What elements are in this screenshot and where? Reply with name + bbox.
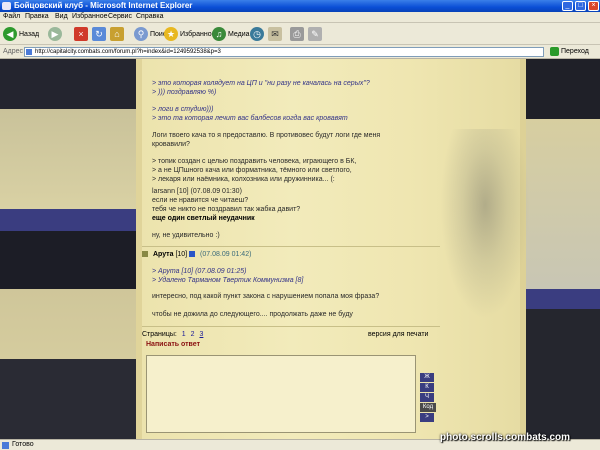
go-arrow-icon [550,47,559,56]
printer-icon: ⎙ [290,27,304,41]
refresh-button[interactable]: ↻ [92,26,108,42]
post1-line: еще один светлый неудачник [152,215,255,222]
go-button[interactable]: Переход [550,47,589,56]
address-label: Адрес [3,48,24,55]
menu-tools[interactable]: Сервис [108,13,132,20]
post-separator [142,326,440,327]
post2-author[interactable]: Арута [153,251,174,258]
post1-line: > лекаря или наёмника, колхозника или др… [152,176,335,183]
bold-button[interactable]: Ж [420,373,434,382]
back-arrow-icon: ◀ [3,27,17,41]
media-label: Медиа [228,30,250,38]
title-bar: Бойцовский клуб - Microsoft Internet Exp… [0,0,600,12]
post1-line: если не нравится че читаеш? [152,197,249,204]
menu-favorites[interactable]: Избранное [72,13,107,20]
address-input[interactable]: http://capitalcity.combats.com/forum.pl?… [24,47,544,57]
post2-level: [10] [175,251,188,258]
page-icon [26,49,32,55]
toolbar: ◀ Назад ▶ × ↻ ⌂ ⚲ Поиск ★ Избранное ♫ Ме… [0,23,600,45]
post1-line: larsann [10] (07.08.09 01:30) [152,188,242,195]
history-button[interactable]: ◷ [250,26,266,42]
right-background [522,59,600,439]
post1-line: > это которая колядует на ЦП и "ни разу … [152,80,370,87]
mail-button[interactable]: ✉ [268,26,284,42]
forward-arrow-icon: ▶ [48,27,62,41]
forward-button[interactable]: ▶ [48,26,64,42]
maximize-button[interactable]: □ [575,1,586,11]
home-button[interactable]: ⌂ [110,26,126,42]
post1-line: Логи твоего кача то я предоставлю. В про… [152,132,381,139]
quote-button[interactable]: > [420,413,434,422]
reply-textarea[interactable] [146,355,416,433]
post2-date: (07.08.09 01:42) [200,251,252,258]
menu-view[interactable]: Вид [55,13,68,20]
left-background [0,59,140,439]
post2-text: интересно, под какой пункт закона с нару… [152,293,380,300]
post1-line: > ))) поздравляю %) [152,89,217,96]
favorites-button[interactable]: ★ Избранное [164,26,215,42]
star-icon: ★ [164,27,178,41]
history-icon: ◷ [250,27,264,41]
search-icon: ⚲ [134,27,148,41]
underline-button[interactable]: Ч [420,393,434,402]
stop-button[interactable]: × [74,26,90,42]
post2-text: чтобы не дожила до следующего.... продол… [152,311,353,318]
status-text: Готово [12,441,34,448]
post-separator [142,246,440,247]
post1-line: > логи в студию))) [152,106,214,113]
decorative-figure [440,129,530,319]
mail-icon: ✉ [268,27,282,41]
favorites-label: Избранное [180,30,216,38]
refresh-icon: ↻ [92,27,106,41]
back-label: Назад [19,30,40,38]
write-reply-link[interactable]: Написать ответ [146,341,200,348]
page-edge-left [136,59,142,439]
close-button[interactable]: × [588,1,599,11]
post1-line: тебя че никто не поздравил так жабка дав… [152,206,301,213]
post2-quote: > Арута [10] (07.08.09 01:25) [152,268,247,275]
page-link-1[interactable]: 1 [182,331,186,338]
post1-line: > топик создан с целью поздравить челове… [152,158,357,165]
edit-button[interactable]: ✎ [308,26,324,42]
post2-header: Арута [10] (07.08.09 01:42) [142,251,251,261]
minimize-button[interactable]: _ [562,1,573,11]
address-bar: Адрес http://capitalcity.combats.com/for… [0,45,600,59]
italic-button[interactable]: К [420,383,434,392]
page-done-icon [2,442,9,449]
address-url: http://capitalcity.combats.com/forum.pl?… [35,49,221,55]
stop-icon: × [74,27,88,41]
go-label: Переход [561,48,589,55]
clan-badge-icon[interactable] [189,251,196,258]
format-buttons: Ж К Ч Код > [420,373,436,423]
menu-file[interactable]: Файл [3,13,20,20]
user-info-icon[interactable] [142,251,148,258]
menu-edit[interactable]: Правка [25,13,49,20]
menu-bar: Файл Правка Вид Избранное Сервис Справка [0,12,600,23]
ie-icon [2,2,11,10]
page-link-2[interactable]: 2 [191,331,195,338]
pager-label: Страницы: [142,331,177,338]
media-button[interactable]: ♫ Медиа [212,26,250,42]
home-icon: ⌂ [110,27,124,41]
window-title: Бойцовский клуб - Microsoft Internet Exp… [14,1,193,10]
print-version-link[interactable]: версия для печати [368,331,428,338]
print-button[interactable]: ⎙ [290,26,306,42]
post2-quote: > Удалено Тарманом Твертик Коммунизма [8… [152,277,304,284]
media-icon: ♫ [212,27,226,41]
menu-help[interactable]: Справка [136,13,163,20]
post1-line: > а не ЦПшного кача или форматника, тёмн… [152,167,352,174]
back-button[interactable]: ◀ Назад [3,26,39,42]
post1-line: кровавили? [152,141,190,148]
page-link-3[interactable]: 3 [199,331,203,338]
post1-line: > это та которая лечит вас балбесов когд… [152,115,348,122]
pager: Страницы: 1 2 3 [142,331,203,338]
post1-line: ну, не удивительно :) [152,232,220,239]
edit-icon: ✎ [308,27,322,41]
code-button[interactable]: Код [420,403,436,412]
watermark: photo.scrolls.combats.com [440,432,571,443]
